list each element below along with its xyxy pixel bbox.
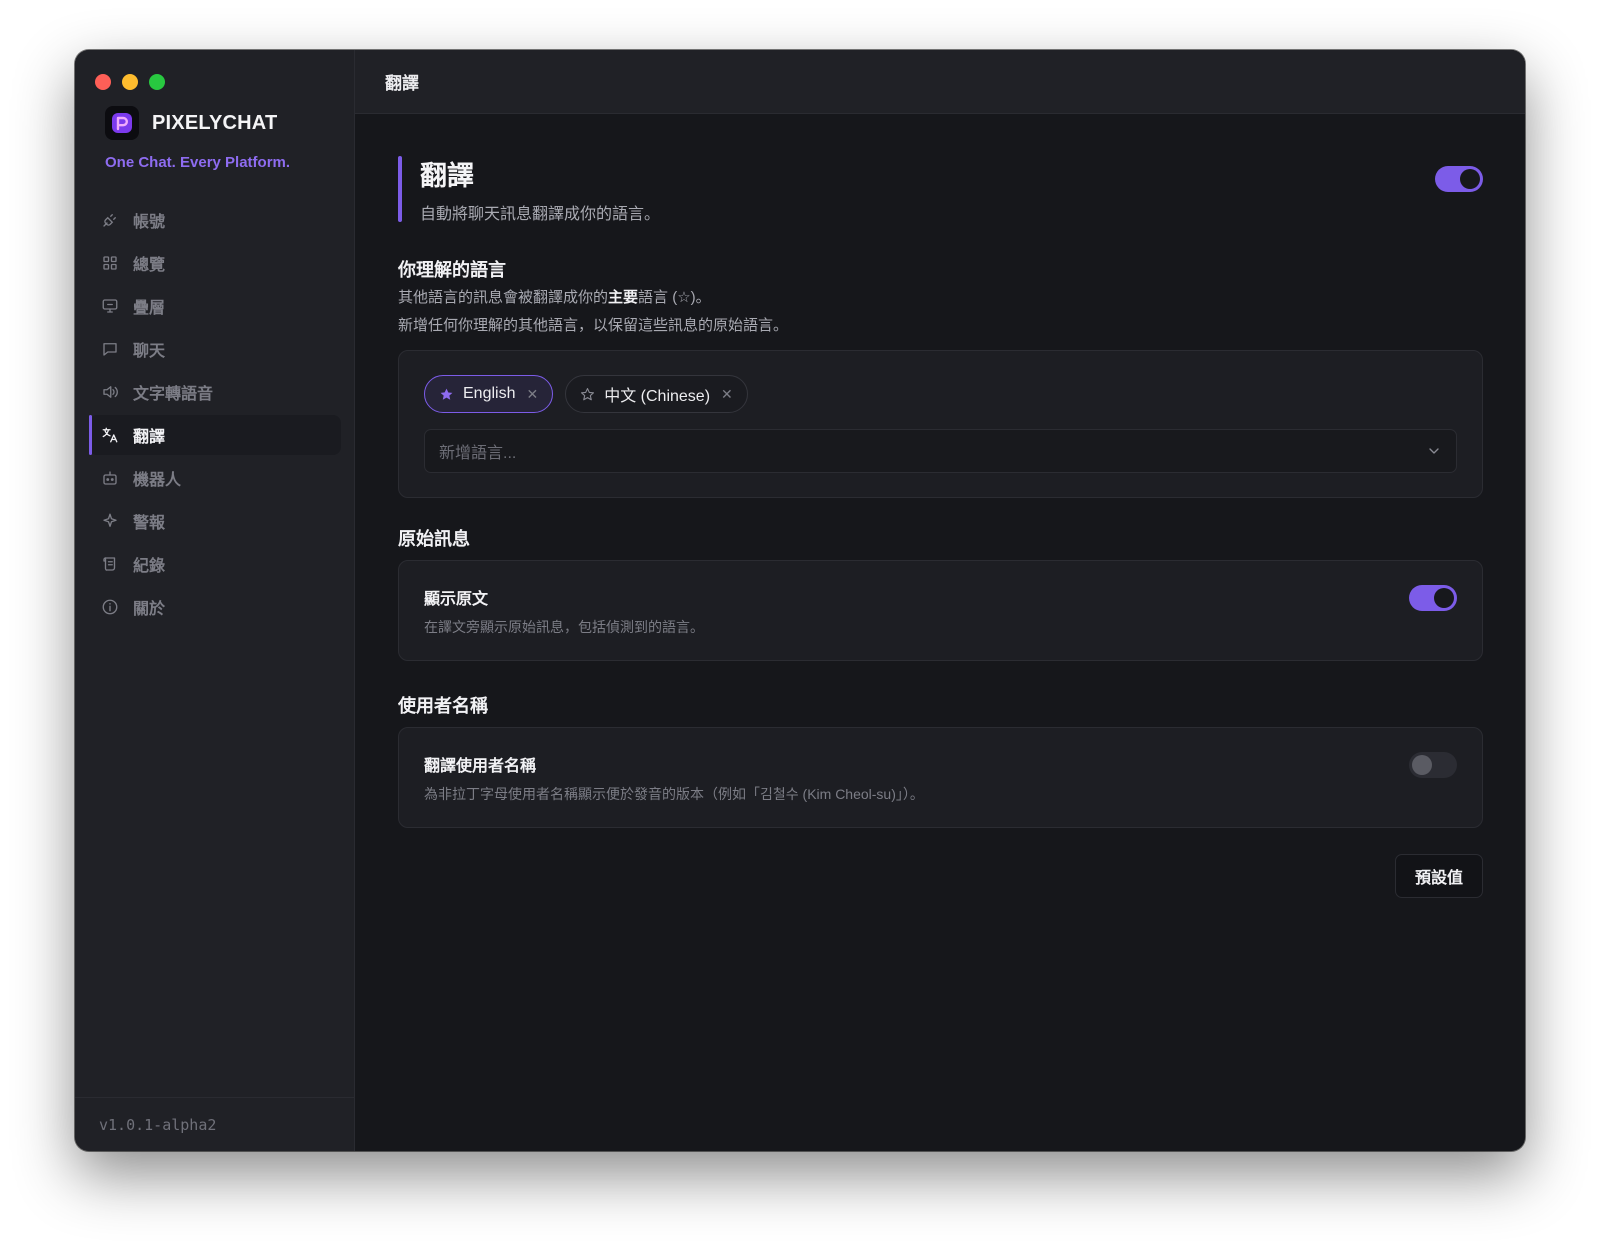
chip-label: 中文 (Chinese) xyxy=(604,388,711,405)
sidebar-item-logs[interactable]: 紀錄 xyxy=(89,544,341,584)
sparkle-icon xyxy=(103,513,117,527)
original-section-title: 原始訊息 xyxy=(398,529,470,549)
app-version: v1.0.1-alpha2 xyxy=(75,1097,354,1151)
remove-language-icon[interactable]: ✕ xyxy=(526,386,538,403)
page-title: 翻譯 xyxy=(420,161,474,191)
sidebar: PIXELYCHAT One Chat. Every Platform. 帳號 … xyxy=(75,50,355,1151)
sidebar-item-alerts[interactable]: 警報 xyxy=(89,501,341,541)
translation-enable-toggle[interactable] xyxy=(1435,166,1483,192)
chevron-down-icon xyxy=(1429,448,1439,454)
speaker-icon xyxy=(103,386,118,398)
sidebar-item-label: 疊層 xyxy=(133,300,166,317)
brand-name: PIXELYCHAT xyxy=(152,111,278,134)
app-window: PIXELYCHAT One Chat. Every Platform. 帳號 … xyxy=(75,50,1525,1151)
close-window-button[interactable] xyxy=(95,74,111,90)
info-icon xyxy=(102,599,118,615)
window-controls xyxy=(95,74,165,90)
brand-tagline: One Chat. Every Platform. xyxy=(105,154,291,171)
minimize-window-button[interactable] xyxy=(122,74,138,90)
sidebar-item-label: 關於 xyxy=(133,601,166,618)
languages-description-line2: 新增任何你理解的其他語言，以保留這些訊息的原始語言。 xyxy=(398,317,789,334)
grid-icon xyxy=(103,256,117,270)
chip-label: English xyxy=(463,385,516,402)
translate-icon xyxy=(102,427,118,443)
language-chips: English ✕ 中文 (Chinese) ✕ xyxy=(424,375,748,413)
page-header: 翻譯 自動將聊天訊息翻譯成你的語言。 xyxy=(398,156,1483,223)
sidebar-item-label: 帳號 xyxy=(133,214,166,231)
zoom-window-button[interactable] xyxy=(149,74,165,90)
usernames-section-title: 使用者名稱 xyxy=(398,696,488,716)
sidebar-item-overview[interactable]: 總覽 xyxy=(89,243,341,283)
show-original-title: 顯示原文 xyxy=(424,591,489,608)
show-original-description: 在譯文旁顯示原始訊息，包括偵測到的語言。 xyxy=(424,619,704,635)
sidebar-item-label: 文字轉語音 xyxy=(133,386,214,403)
add-language-select[interactable]: 新增語言... xyxy=(424,429,1457,473)
languages-card: English ✕ 中文 (Chinese) ✕ 新增語言... xyxy=(398,350,1483,498)
language-chip-english[interactable]: English ✕ xyxy=(424,375,554,413)
star-outline-icon[interactable] xyxy=(580,387,595,402)
page-description: 自動將聊天訊息翻譯成你的語言。 xyxy=(420,206,661,223)
sidebar-item-chat[interactable]: 聊天 xyxy=(89,329,341,369)
header-accent-bar xyxy=(398,156,402,222)
translate-usernames-toggle[interactable] xyxy=(1409,752,1457,778)
scroll-icon xyxy=(103,557,116,571)
main-panel: 翻譯 翻譯 自動將聊天訊息翻譯成你的語言。 你理解的語言 其他語言的訊息會被翻譯… xyxy=(355,50,1525,1151)
star-filled-icon[interactable] xyxy=(439,387,454,402)
sidebar-item-label: 聊天 xyxy=(133,343,166,360)
monitor-icon xyxy=(102,299,118,313)
sidebar-item-bot[interactable]: 機器人 xyxy=(89,458,341,498)
sidebar-item-tts[interactable]: 文字轉語音 xyxy=(89,372,341,412)
sidebar-item-label: 警報 xyxy=(133,515,166,532)
languages-section-title: 你理解的語言 xyxy=(398,260,506,280)
translate-usernames-card: 翻譯使用者名稱 為非拉丁字母使用者名稱顯示便於發音的版本（例如「김철수 (Kim… xyxy=(398,727,1483,828)
sidebar-item-label: 機器人 xyxy=(133,472,182,489)
toggle-knob xyxy=(1460,169,1480,189)
app-logo-icon xyxy=(105,106,139,140)
sidebar-item-about[interactable]: 關於 xyxy=(89,587,341,627)
toggle-knob xyxy=(1412,755,1432,775)
plug-icon xyxy=(103,214,116,227)
topbar-title: 翻譯 xyxy=(355,50,1525,114)
sidebar-item-label: 紀錄 xyxy=(133,558,166,575)
sidebar-item-translation[interactable]: 翻譯 xyxy=(89,415,341,455)
translate-usernames-title: 翻譯使用者名稱 xyxy=(424,758,537,775)
toggle-knob xyxy=(1434,588,1454,608)
translate-usernames-description: 為非拉丁字母使用者名稱顯示便於發音的版本（例如「김철수 (Kim Cheol-s… xyxy=(424,786,924,802)
sidebar-item-label: 總覽 xyxy=(133,257,166,274)
brand: PIXELYCHAT xyxy=(105,106,277,140)
chat-bubble-icon xyxy=(103,343,117,356)
remove-language-icon[interactable]: ✕ xyxy=(721,386,733,403)
languages-description-line1: 其他語言的訊息會被翻譯成你的主要語言 (☆)。 xyxy=(398,289,711,306)
bot-icon xyxy=(103,471,117,485)
sidebar-item-label: 翻譯 xyxy=(133,429,166,446)
sidebar-item-account[interactable]: 帳號 xyxy=(89,200,341,240)
sidebar-item-overlay[interactable]: 疊層 xyxy=(89,286,341,326)
reset-defaults-button[interactable]: 預設值 xyxy=(1395,854,1483,898)
show-original-card: 顯示原文 在譯文旁顯示原始訊息，包括偵測到的語言。 xyxy=(398,560,1483,661)
sidebar-nav: 帳號 總覽 疊層 聊天 文字轉語音 翻譯 機器人 警報 紀錄 關於 xyxy=(89,200,341,630)
show-original-toggle[interactable] xyxy=(1409,585,1457,611)
language-chip-chinese[interactable]: 中文 (Chinese) ✕ xyxy=(565,375,748,413)
add-language-placeholder: 新增語言... xyxy=(439,445,517,462)
